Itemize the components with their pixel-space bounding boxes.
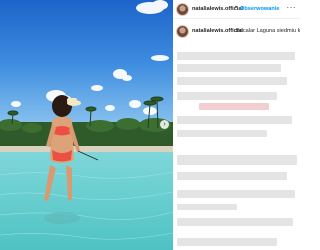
redacted-line	[177, 130, 267, 137]
redacted-line	[177, 190, 295, 198]
redacted-line	[177, 172, 287, 180]
redacted-line	[177, 64, 281, 72]
caption-text: Bacalar Laguna siedmiu kolorów	[236, 28, 300, 34]
post-sidebar: natalialewis.official • Obserwowanie ···…	[173, 0, 300, 250]
caption: natalialewis.official Bacalar Laguna sie…	[173, 23, 300, 41]
following-button[interactable]: Obserwowanie	[240, 6, 279, 12]
more-options-icon[interactable]: ···	[287, 3, 297, 12]
redacted-line	[177, 116, 292, 124]
separator-dot: •	[235, 5, 238, 11]
redacted-line	[177, 52, 295, 60]
redacted-line	[177, 238, 277, 246]
post-photo[interactable]: ›	[0, 0, 173, 250]
post-header: natalialewis.official • Obserwowanie ···	[173, 0, 300, 19]
redacted-line	[177, 92, 277, 100]
redacted-line	[177, 218, 293, 226]
avatar[interactable]	[177, 4, 188, 15]
caption-avatar[interactable]	[177, 26, 188, 37]
water	[0, 152, 173, 250]
redacted-line	[177, 77, 287, 85]
redacted-line	[177, 204, 237, 210]
redacted-line	[177, 155, 297, 165]
chevron-right-icon[interactable]: ›	[160, 120, 169, 129]
redacted-line	[199, 103, 269, 110]
